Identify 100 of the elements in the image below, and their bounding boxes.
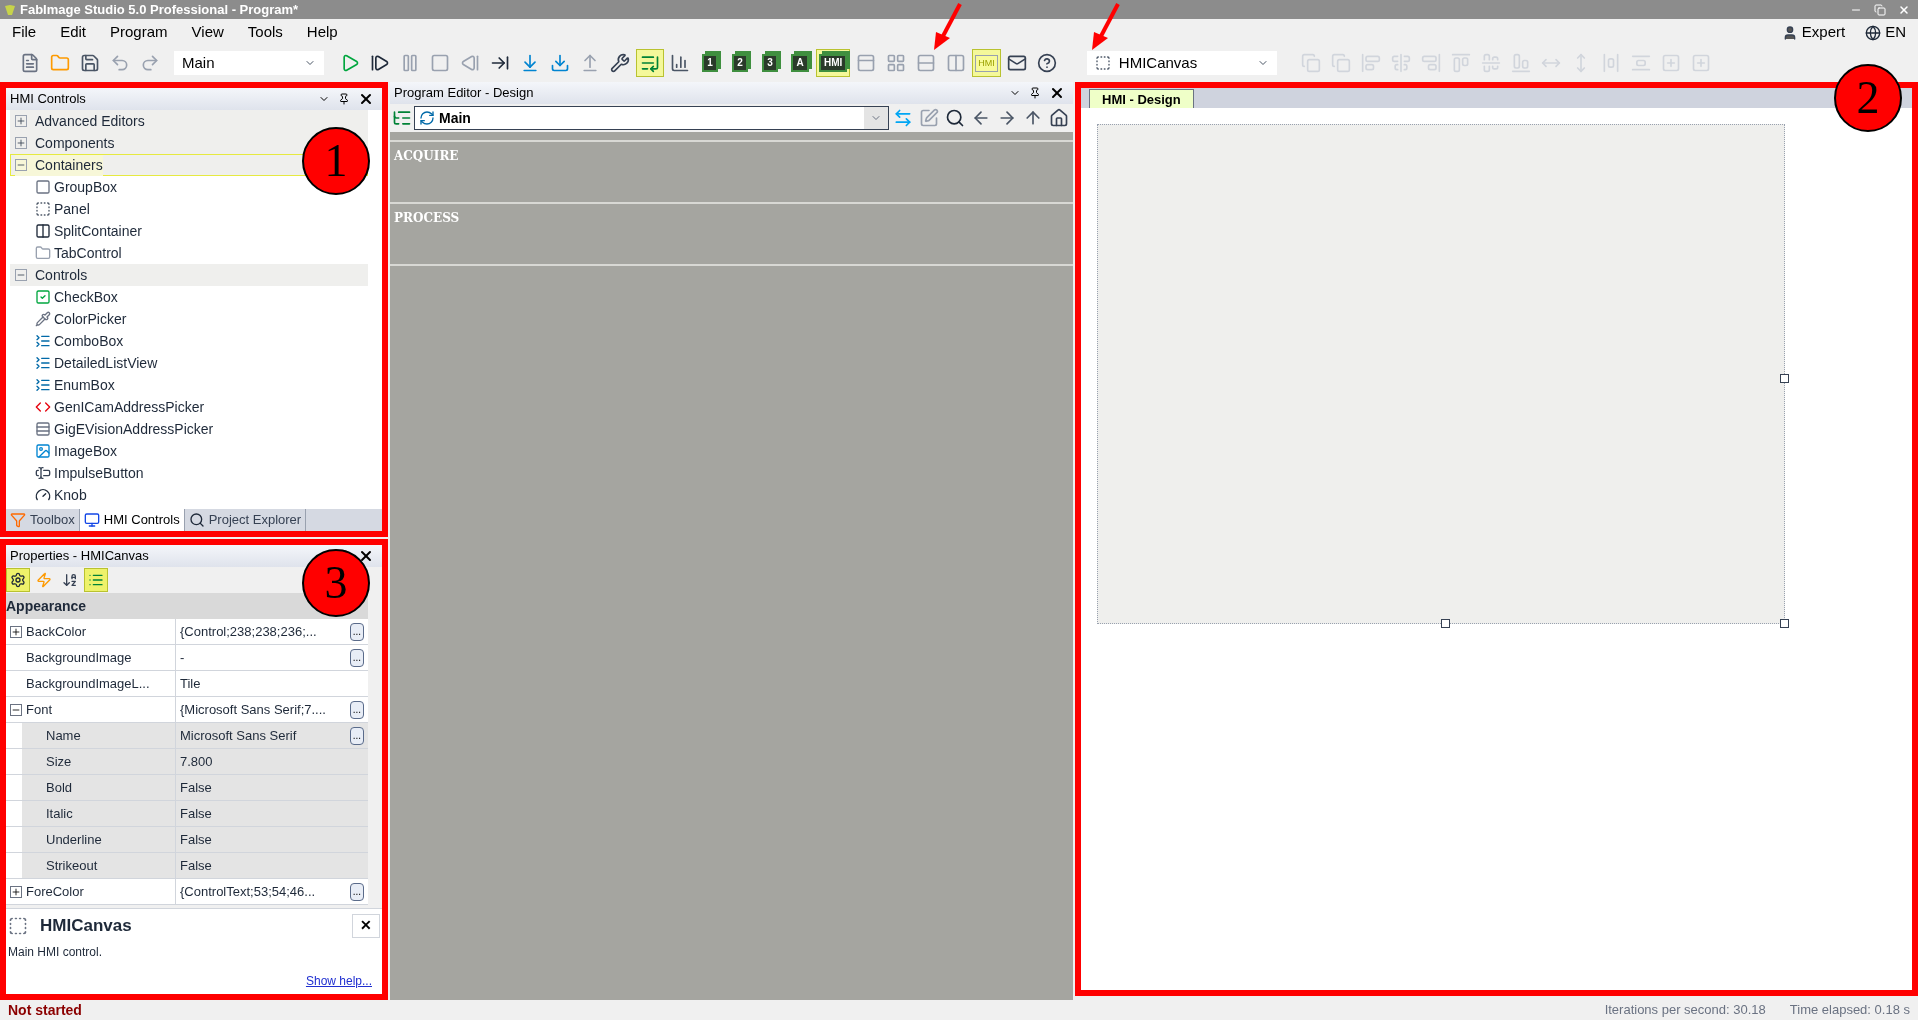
layout-button[interactable]: HMI <box>816 49 851 77</box>
close-icon[interactable] <box>1049 85 1065 101</box>
ellipsis-button[interactable]: ... <box>349 622 364 641</box>
collapse-icon[interactable] <box>15 269 27 281</box>
property-value[interactable]: False <box>180 803 212 824</box>
property-value[interactable]: Microsoft Sans Serif <box>180 725 297 746</box>
pin-icon[interactable] <box>338 93 350 105</box>
expand-icon[interactable] <box>10 885 22 898</box>
layout-button[interactable]: A <box>786 49 814 77</box>
property-value[interactable]: {Microsoft Sans Serif;7.... <box>180 699 326 720</box>
tree-item[interactable]: DetailedListView <box>35 352 158 374</box>
resize-handle[interactable] <box>1780 374 1789 383</box>
tree-item[interactable]: GroupBox <box>35 176 118 198</box>
program-dropdown[interactable]: Main <box>174 51 324 75</box>
close-icon[interactable] <box>358 548 374 564</box>
ellipsis-button[interactable]: ... <box>349 700 364 719</box>
tree-item[interactable]: CheckBox <box>35 286 118 308</box>
restore-icon[interactable] <box>1874 3 1886 16</box>
menu-item[interactable]: Tools <box>247 21 283 44</box>
menu-item[interactable]: Edit <box>60 21 87 44</box>
menu-item[interactable]: File <box>12 21 37 44</box>
close-icon[interactable] <box>358 91 374 107</box>
align-middle-icon <box>1480 53 1501 73</box>
folder-tab-icon <box>35 245 51 261</box>
window-title: FabImage Studio 5.0 Professional - Program* <box>20 0 299 19</box>
tree-item[interactable]: Knob <box>35 484 87 506</box>
menu-item[interactable]: Program <box>110 21 168 44</box>
object-dropdown[interactable]: HMICanvas <box>1086 51 1277 75</box>
property-value[interactable]: False <box>180 777 212 798</box>
sort-az-icon <box>62 572 78 588</box>
ellipsis-button[interactable]: ... <box>349 882 364 901</box>
layout-button[interactable]: 1 <box>696 49 724 77</box>
tree-item[interactable]: ImageBox <box>35 440 118 462</box>
tray-download-icon <box>550 53 570 73</box>
tree-item[interactable]: EnumBox <box>35 374 115 396</box>
macro-dropdown[interactable]: Main <box>414 106 889 130</box>
tree-item[interactable]: TabControl <box>35 242 122 264</box>
ellipsis-button[interactable]: ... <box>349 726 364 745</box>
property-value[interactable]: {Control;238;238;236;... <box>180 621 317 642</box>
ellipsis-button[interactable]: ... <box>349 648 364 667</box>
vertical-spacing-icon <box>1630 53 1651 73</box>
tree-item[interactable]: ImpulseButton <box>35 462 144 484</box>
resize-handle[interactable] <box>1780 619 1789 628</box>
property-name: Italic <box>22 801 175 826</box>
pointer-arrow <box>932 2 964 52</box>
tree-item[interactable]: GigEVisionAddressPicker <box>35 418 214 440</box>
panel-title: Properties - HMICanvas <box>10 547 149 566</box>
dashed-square-icon <box>1094 55 1111 71</box>
show-help-link[interactable]: Show help... <box>305 972 372 990</box>
language-selector[interactable]: EN <box>1885 21 1906 44</box>
property-name: Font <box>6 697 176 722</box>
align-center-icon <box>1390 53 1411 73</box>
align-top-icon <box>1450 53 1471 73</box>
refresh-arrows-icon <box>419 110 435 126</box>
collapse-icon[interactable] <box>15 159 27 171</box>
property-value[interactable]: 7.800 <box>180 751 213 772</box>
expand-icon[interactable] <box>15 115 27 127</box>
property-name: Underline <box>22 827 175 852</box>
property-value[interactable]: {ControlText;53;54;46... <box>180 881 316 902</box>
property-value[interactable]: - <box>180 647 185 668</box>
tree-item[interactable]: GenICamAddressPicker <box>35 396 205 418</box>
expand-icon[interactable] <box>10 625 22 638</box>
property-value[interactable]: Tile <box>180 673 201 694</box>
stacked-lines-icon[interactable] <box>392 108 412 128</box>
envelope-icon <box>1006 53 1027 73</box>
menu-item[interactable]: Help <box>306 21 338 44</box>
layout-button[interactable]: 2 <box>726 49 754 77</box>
checkbox-icon <box>35 289 51 305</box>
tree-item[interactable]: SplitContainer <box>35 220 142 242</box>
single-panel-layout-icon <box>856 53 877 73</box>
question-mark-icon <box>1036 53 1057 73</box>
close-button[interactable]: ✕ <box>352 913 380 938</box>
play-icon <box>340 53 360 73</box>
property-name: Name <box>22 723 175 748</box>
tree-group[interactable]: Containers <box>15 154 103 176</box>
tree-item[interactable]: Panel <box>35 198 90 220</box>
layout-button[interactable]: 3 <box>756 49 784 77</box>
tree-item[interactable]: ComboBox <box>35 330 124 352</box>
frame-icon <box>35 179 51 195</box>
image-icon <box>35 443 51 459</box>
collapse-icon[interactable] <box>10 703 22 716</box>
property-value[interactable]: False <box>180 829 212 850</box>
pin-icon[interactable] <box>1029 87 1041 99</box>
folder-icon <box>50 53 70 73</box>
property-value[interactable]: False <box>180 855 212 876</box>
toolbar-button[interactable] <box>6 568 30 592</box>
document-icon <box>20 53 40 73</box>
menu-item[interactable]: View <box>191 21 224 44</box>
document-tab[interactable]: HMI - Design <box>1089 89 1194 108</box>
pointer-arrow <box>1090 2 1122 52</box>
user-role[interactable]: Expert <box>1801 21 1846 44</box>
expand-icon[interactable] <box>15 137 27 149</box>
panel-tab[interactable]: HMI Controls <box>79 509 185 531</box>
arrow-up-from-line-icon <box>580 53 600 73</box>
step-forward-icon <box>370 53 390 73</box>
align-right-icon <box>1420 53 1441 73</box>
tree-item[interactable]: ColorPicker <box>35 308 127 330</box>
resize-handle[interactable] <box>1441 619 1450 628</box>
description-title: HMICanvas <box>40 915 132 937</box>
panel-title: HMI Controls <box>10 90 86 109</box>
